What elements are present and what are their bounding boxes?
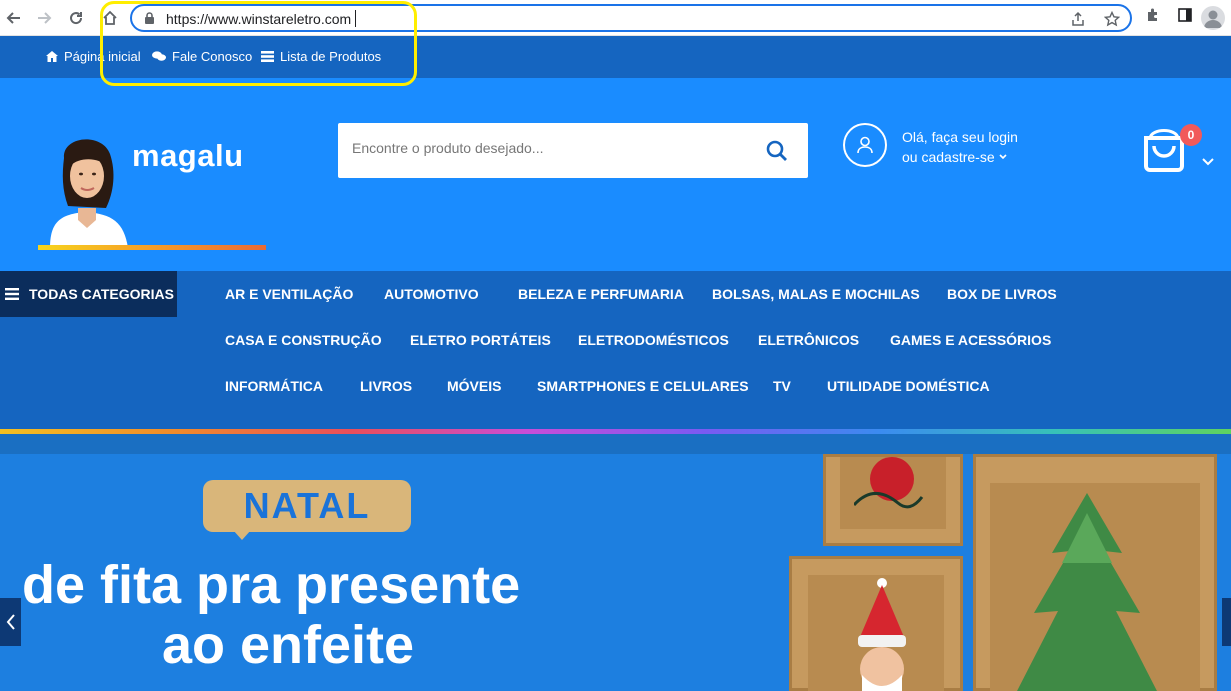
all-categories-label: TODAS CATEGORIAS (29, 286, 174, 302)
santa-ornament-icon (858, 578, 906, 691)
category-link[interactable]: UTILIDADE DOMÉSTICA (827, 378, 990, 394)
search-icon[interactable] (766, 140, 788, 167)
magalu-logo[interactable]: magalu (132, 138, 244, 174)
share-icon[interactable] (1070, 11, 1086, 32)
christmas-tree-icon (1017, 493, 1157, 691)
register-link[interactable]: ou cadastre-se (902, 149, 1008, 165)
logo-gradient-stripe (38, 245, 266, 250)
banner-headline-line2: ao enfeite (162, 615, 415, 675)
category-link[interactable]: ELETRO PORTÁTEIS (410, 332, 551, 348)
christmas-ball-icon (854, 457, 924, 509)
bookmark-star-icon[interactable] (1103, 10, 1121, 32)
profile-avatar-icon[interactable] (1201, 6, 1225, 30)
extensions-puzzle-icon[interactable] (1145, 7, 1161, 28)
lu-avatar-image (40, 130, 132, 248)
chevron-left-icon (6, 614, 15, 630)
highlight-annotation (100, 1, 417, 86)
category-link[interactable]: BOX DE LIVROS (947, 286, 1057, 302)
category-link[interactable]: AR E VENTILAÇÃO (225, 286, 353, 302)
carousel-prev-button[interactable] (0, 598, 21, 646)
cart-count-badge: 0 (1180, 124, 1202, 146)
all-categories-button[interactable]: TODAS CATEGORIAS (0, 271, 177, 317)
chevron-down-icon[interactable] (1201, 154, 1215, 172)
search-box (338, 123, 808, 178)
cardboard-box-santa (789, 556, 963, 691)
category-link[interactable]: LIVROS (360, 378, 412, 394)
side-panel-icon[interactable] (1177, 7, 1193, 28)
carousel-next-button[interactable] (1222, 598, 1231, 646)
natal-tag-tail (233, 530, 251, 540)
category-link[interactable]: GAMES E ACESSÓRIOS (890, 332, 1051, 348)
natal-tag: NATAL (203, 480, 411, 532)
category-link[interactable]: BOLSAS, MALAS E MOCHILAS (712, 286, 920, 302)
category-link[interactable]: SMARTPHONES E CELULARES (537, 378, 749, 394)
site-header: magalu Olá, faça seu login ou cadastre-s… (0, 78, 1231, 271)
category-nav: TODAS CATEGORIAS AR E VENTILAÇÃO AUTOMOT… (0, 271, 1231, 429)
hamburger-icon (5, 288, 19, 300)
category-link[interactable]: CASA E CONSTRUÇÃO (225, 332, 382, 348)
category-link[interactable]: MÓVEIS (447, 378, 501, 394)
login-greeting[interactable]: Olá, faça seu login (902, 129, 1018, 145)
register-label: ou cadastre-se (902, 149, 995, 165)
category-link[interactable]: ELETRÔNICOS (758, 332, 859, 348)
category-link[interactable]: TV (773, 378, 791, 394)
category-link[interactable]: INFORMÁTICA (225, 378, 323, 394)
category-link[interactable]: AUTOMOTIVO (384, 286, 479, 302)
search-input[interactable] (352, 140, 752, 156)
banner-headline-line1: de fita pra presente (22, 555, 521, 615)
user-account-icon[interactable] (843, 123, 887, 167)
forward-arrow-icon[interactable] (32, 6, 56, 30)
cardboard-box-ornament (823, 454, 963, 546)
category-link[interactable]: ELETRODOMÉSTICOS (578, 332, 729, 348)
back-arrow-icon[interactable] (2, 6, 26, 30)
category-link[interactable]: BELEZA E PERFUMARIA (518, 286, 684, 302)
reload-icon[interactable] (64, 6, 88, 30)
promo-banner[interactable]: NATAL de fita pra presente ao enfeite (0, 454, 1231, 691)
chevron-down-icon (999, 154, 1007, 160)
cardboard-box-tree (973, 454, 1217, 691)
home-icon (46, 51, 58, 62)
section-spacer (0, 434, 1231, 454)
